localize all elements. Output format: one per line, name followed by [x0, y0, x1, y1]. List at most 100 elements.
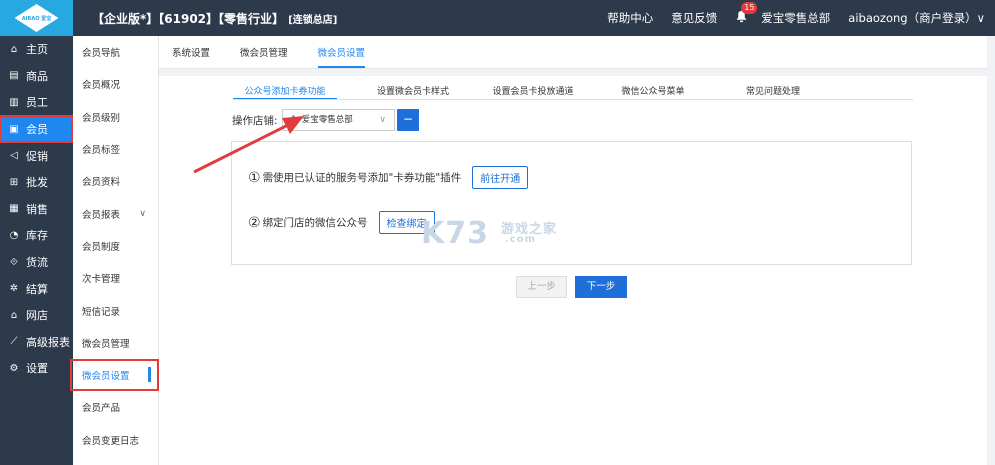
step-2: ② 绑定门店的微信公众号 检查绑定 [248, 211, 435, 234]
shop-icon: ⌂ [10, 309, 18, 321]
subnav-item-label: 会员产品 [82, 403, 121, 415]
mainnav-item[interactable]: ⟐ 货流 [0, 249, 73, 276]
mainnav-item-label: 库存 [26, 229, 48, 243]
mainnav-item[interactable]: ⌂ 网店 [0, 302, 73, 329]
subnav-item-label: 会员概况 [82, 80, 121, 92]
subnav-item-label: 微会员管理 [82, 338, 130, 350]
subnav-item[interactable]: 次卡管理 [73, 262, 158, 294]
subnav-item[interactable]: 短信记录 [73, 294, 158, 326]
tab-system-settings[interactable]: 系统设置 [172, 45, 210, 68]
subnav-item-label: 会员资料 [82, 177, 121, 189]
stock-icon: ◔ [9, 229, 19, 241]
notification-badge: 15 [741, 2, 758, 14]
logo-text: AIBAO 爱宝 [21, 15, 52, 22]
mainnav-item[interactable]: ◔ 库存 [0, 222, 73, 249]
store-select-value: 1. 爱宝零售总部 [291, 115, 353, 125]
sub-sidebar: 会员导航会员概况会员级别会员标签会员资料会员报表 ∨ 会员制度次卡管理短信记录微会员… [70, 36, 159, 465]
mainnav-item-label: 批发 [26, 176, 48, 190]
mainnav-item-label: 结算 [26, 282, 48, 296]
store-select[interactable]: 1. 爱宝零售总部 ∨ [282, 109, 395, 131]
mainnav-item-label: 货流 [26, 256, 48, 270]
report-icon: ⟋ [10, 336, 18, 348]
subnav-item[interactable]: 会员资料 [73, 165, 158, 197]
step-1-number: ① [248, 169, 261, 186]
settle-icon: ✲ [9, 283, 19, 295]
top-bar: AIBAO 爱宝 【企业版*】【61902】【零售行业】 [连锁总店] 帮助中心… [0, 0, 995, 36]
subnav-item-label: 会员导航 [82, 48, 121, 60]
sales-icon: ▦ [9, 203, 19, 215]
top-right-menu: 帮助中心 意见反馈 15 爱宝零售总部 aibaozong（商户登录）∨ [607, 2, 985, 26]
tab-wx-member-manage[interactable]: 微会员管理 [240, 45, 288, 68]
logo-mark: AIBAO 爱宝 [14, 4, 59, 32]
watermark: K73 游戏之家 .com [421, 216, 556, 251]
subnav-item-label: 会员制度 [82, 241, 121, 253]
tab-wx-member-settings[interactable]: 微会员设置 [317, 45, 366, 68]
step-1-text: 需使用已认证的服务号添加"卡券功能"插件 [262, 172, 462, 184]
subtab-wx-menu[interactable]: 微信公众号菜单 [593, 84, 713, 99]
notification-bell[interactable]: 15 [735, 2, 758, 24]
subnav-item[interactable]: 会员报表 ∨ [73, 197, 158, 229]
mainnav-item[interactable]: ⊞ 批发 [0, 169, 73, 196]
subnav-item-label: 微会员设置 [82, 371, 130, 383]
mainnav-item[interactable]: ◁ 促销 [0, 142, 73, 169]
mainnav-item[interactable]: ⚙ 设置 [0, 355, 73, 382]
mainnav-item-label: 促销 [26, 149, 48, 163]
mainnav-item[interactable]: ✲ 结算 [0, 275, 73, 302]
subnav-item[interactable]: 会员概况 [73, 68, 158, 100]
subtab-faq[interactable]: 常见问题处理 [713, 84, 833, 99]
subnav-item[interactable]: 会员变更日志 [73, 424, 158, 456]
user-menu[interactable]: aibaozong（商户登录）∨ [848, 10, 985, 26]
mainnav-item[interactable]: ▥ 员工 [0, 89, 73, 116]
mainnav-item[interactable]: ▣ 会员 [0, 114, 73, 144]
chevron-down-icon: ∨ [379, 115, 386, 125]
mainnav-item-label: 高级报表 [26, 335, 70, 349]
help-center-link[interactable]: 帮助中心 [607, 10, 653, 26]
subtab-card-style[interactable]: 设置微会员卡样式 [353, 84, 473, 99]
mainnav-item-label: 主页 [26, 43, 48, 57]
app-title-main: 【企业版*】【61902】【零售行业】 [92, 12, 285, 26]
subnav-item-label: 会员标签 [82, 145, 121, 157]
step-2-text: 绑定门店的微信公众号 [262, 217, 368, 229]
logo[interactable]: AIBAO 爱宝 [0, 0, 73, 36]
mainnav-item-label: 网店 [26, 309, 48, 323]
mainnav-item-label: 会员 [26, 123, 48, 137]
subnav-item[interactable]: 会员产品 [73, 391, 158, 423]
steps-box: ① 需使用已认证的服务号添加"卡券功能"插件 前往开通 ② 绑定门店的微信公众号… [231, 141, 912, 265]
subtab-card-channel[interactable]: 设置会员卡投放通道 [473, 84, 593, 99]
settings-icon: ⚙ [9, 362, 19, 374]
company-name[interactable]: 爱宝零售总部 [761, 10, 830, 26]
mainnav-item[interactable]: ▤ 商品 [0, 63, 73, 90]
flow-icon: ⟐ [10, 256, 18, 268]
watermark-domain: .com [505, 234, 537, 245]
subnav-item[interactable]: 会员标签 [73, 133, 158, 165]
mainnav-item-label: 销售 [26, 202, 48, 216]
subnav-item[interactable]: 会员级别 [73, 101, 158, 133]
staff-icon: ▥ [9, 96, 19, 108]
subnav-item[interactable]: 会员制度 [73, 230, 158, 262]
step-2-number: ② [248, 214, 261, 231]
subnav-item-label: 次卡管理 [82, 274, 121, 286]
mainnav-item[interactable]: ⌂ 主页 [0, 36, 73, 63]
main-sidebar: ⌂ 主页 ▤ 商品 ▥ 员工 ▣ 会员 ◁ 促销 ⊞ 批发 ▦ 销售 ◔ 库存 ⟐ 货流 ✲ 结算 ⌂ 网店 ⟋ 高级报表 ⚙ 设… [0, 36, 73, 465]
subnav-item[interactable]: 微会员设置 [70, 358, 159, 392]
mainnav-item[interactable]: ▦ 销售 [0, 196, 73, 223]
prev-step-button[interactable]: 上一步 [516, 276, 567, 298]
promo-icon: ◁ [10, 150, 18, 162]
member-icon: ▣ [9, 123, 19, 135]
subtab-add-coupon[interactable]: 公众号添加卡券功能 [233, 84, 337, 99]
app-title-store: [连锁总店] [288, 15, 338, 26]
settings-panel: 公众号添加卡券功能 设置微会员卡样式 设置会员卡投放通道 微信公众号菜单 常见问… [159, 76, 987, 465]
next-step-button[interactable]: 下一步 [575, 276, 627, 298]
store-label: 操作店铺: [232, 115, 278, 127]
subnav-item[interactable]: 微会员管理 [73, 327, 158, 359]
wholesale-icon: ⊞ [9, 176, 19, 188]
subnav-item-label: 会员级别 [82, 112, 121, 124]
mainnav-item[interactable]: ⟋ 高级报表 [0, 329, 73, 356]
app-title: 【企业版*】【61902】【零售行业】 [连锁总店] [92, 10, 337, 27]
go-activate-button[interactable]: 前往开通 [472, 166, 529, 189]
subnav-item-label: 会员报表 [82, 209, 121, 221]
subnav-item[interactable]: 会员导航 [73, 36, 158, 68]
feedback-link[interactable]: 意见反馈 [671, 10, 717, 26]
goods-icon: ▤ [9, 70, 19, 82]
store-action-button[interactable]: − [397, 109, 419, 131]
